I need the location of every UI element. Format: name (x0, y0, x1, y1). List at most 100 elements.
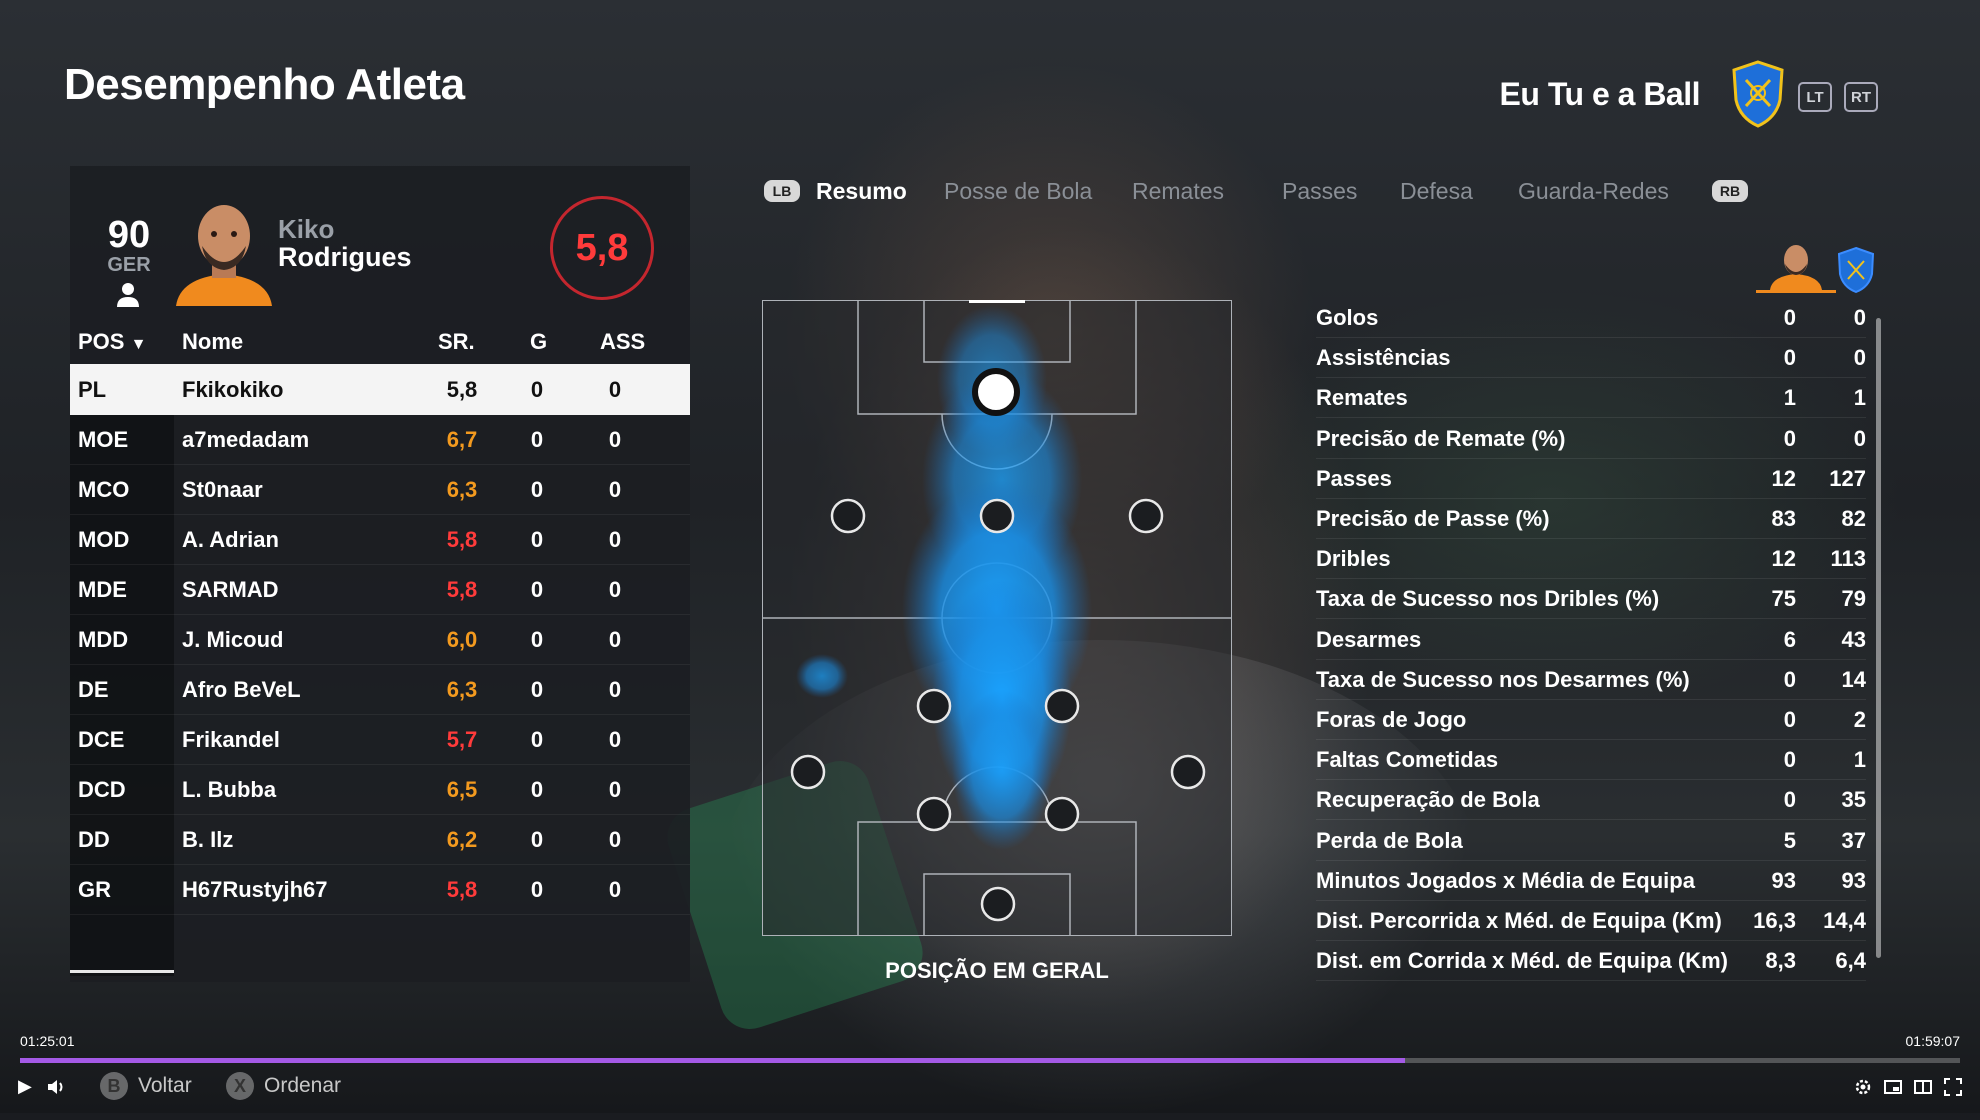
stat-team-value: 37 (1841, 827, 1866, 853)
stat-label: Remates (1316, 385, 1408, 411)
stat-row: Dist. Percorrida x Méd. de Equipa (Km) 16… (1316, 900, 1866, 941)
row-name: St0naar (182, 477, 263, 502)
player-dot (790, 754, 826, 790)
stat-team-value: 14,4 (1823, 908, 1866, 933)
stat-team-value: 35 (1841, 787, 1866, 813)
row-name: a7medadam (182, 427, 310, 452)
stat-label: Assistências (1316, 345, 1451, 371)
stat-row: Passes 12 127 (1316, 458, 1866, 499)
player-rating: 5,8 (550, 196, 654, 300)
row-position: GR (78, 877, 111, 902)
stat-team-value: 1 (1853, 747, 1866, 773)
table-row[interactable]: DE Afro BeVeL 6,3 0 0 (70, 664, 690, 715)
stat-team-value: 43 (1841, 626, 1866, 652)
play-icon[interactable]: ▶ (18, 1076, 32, 1097)
elapsed-time: 01:25:01 (20, 1033, 75, 1049)
row-assists: 0 (608, 877, 622, 902)
total-time: 01:59:07 (1905, 1033, 1961, 1049)
row-rating: 6,0 (446, 627, 478, 652)
player-portrait (176, 205, 272, 306)
stat-team-value: 0 (1853, 305, 1866, 330)
tab-passes[interactable]: Passes (1282, 178, 1357, 205)
table-row[interactable]: MDE SARMAD 5,8 0 0 (70, 564, 690, 615)
row-name: Afro BeVeL (182, 677, 301, 702)
stat-player-value: 0 (1783, 666, 1796, 692)
stat-label: Perda de Bola (1316, 827, 1463, 853)
row-assists: 0 (608, 627, 622, 652)
stat-player-value: 16,3 (1753, 908, 1796, 933)
header-goals: G (530, 329, 548, 354)
table-row[interactable]: GR H67Rustyjh67 5,8 0 0 (70, 864, 690, 915)
stat-player-value: 6 (1783, 626, 1796, 652)
row-goals: 0 (530, 827, 544, 852)
player-dot-selected (972, 368, 1020, 416)
tab-posse-de-bola[interactable]: Posse de Bola (944, 178, 1092, 205)
tab-defesa[interactable]: Defesa (1400, 178, 1473, 205)
stat-player-value: 12 (1771, 546, 1796, 572)
row-goals: 0 (530, 777, 544, 802)
row-goals: 0 (530, 577, 544, 602)
row-goals: 0 (530, 427, 544, 452)
settings-gear-icon[interactable] (1854, 1078, 1872, 1096)
stat-team-value: 0 (1853, 345, 1866, 371)
table-row[interactable]: MCO St0naar 6,3 0 0 (70, 464, 690, 515)
row-name: SARMAD (182, 577, 279, 602)
fullscreen-icon[interactable] (1944, 1078, 1962, 1096)
player-dot (916, 796, 952, 832)
rb-button[interactable]: RB (1712, 180, 1748, 202)
stat-label: Dist. Percorrida x Méd. de Equipa (Km) (1316, 908, 1722, 933)
lt-button[interactable]: LT (1798, 82, 1832, 112)
b-button-icon: B (100, 1072, 128, 1100)
row-position: DCD (78, 777, 126, 802)
selection-underline (70, 970, 174, 973)
tab-remates[interactable]: Remates (1132, 178, 1224, 205)
stat-team-value: 2 (1853, 707, 1866, 732)
player-overall: 90 (107, 214, 151, 256)
miniplayer-icon[interactable] (1884, 1078, 1902, 1096)
row-assists: 0 (608, 677, 622, 702)
lb-button[interactable]: LB (764, 180, 800, 202)
row-rating: 6,7 (446, 427, 478, 452)
stats-scrollbar[interactable] (1876, 318, 1881, 958)
row-rating: 6,5 (446, 777, 478, 802)
row-rating: 5,8 (446, 377, 478, 402)
stat-row: Taxa de Sucesso nos Dribles (%) 75 79 (1316, 578, 1866, 620)
row-goals: 0 (530, 377, 544, 402)
player-dot (916, 688, 952, 724)
theater-mode-icon[interactable] (1914, 1078, 1932, 1096)
row-assists: 0 (608, 477, 622, 502)
row-name: H67Rustyjh67 (182, 877, 328, 902)
sort-position-header[interactable]: POS ▼ (78, 329, 146, 355)
stat-label: Taxa de Sucesso nos Desarmes (%) (1316, 666, 1690, 692)
club-name: Eu Tu e a Ball (1499, 76, 1701, 112)
table-row[interactable]: MOE a7medadam 6,7 0 0 (70, 414, 690, 465)
position-heatmap (762, 300, 1232, 936)
table-row[interactable]: PL Fkikokiko 5,8 0 0 (70, 364, 690, 415)
stat-label: Foras de Jogo (1316, 707, 1467, 732)
row-position: DCE (78, 727, 125, 752)
player-nation: GER (107, 254, 151, 276)
stat-label: Dribles (1316, 546, 1391, 572)
volume-icon[interactable] (46, 1078, 66, 1096)
stat-row: Foras de Jogo 0 2 (1316, 699, 1866, 740)
player-last-name: Rodrigues (278, 242, 412, 272)
stat-label: Precisão de Passe (%) (1316, 506, 1550, 531)
rt-button[interactable]: RT (1844, 82, 1878, 112)
sort-control[interactable]: X Ordenar (226, 1072, 341, 1100)
table-row[interactable]: DD B. Ilz 6,2 0 0 (70, 814, 690, 865)
stat-label: Desarmes (1316, 626, 1422, 652)
row-name: A. Adrian (182, 527, 279, 552)
tab-resumo[interactable]: Resumo (816, 178, 907, 205)
stat-player-value: 75 (1771, 586, 1796, 612)
stat-label: Dist. em Corrida x Méd. de Equipa (Km) (1316, 948, 1728, 974)
stat-label: Faltas Cometidas (1316, 747, 1499, 773)
row-goals: 0 (530, 677, 544, 702)
table-row[interactable]: MOD A. Adrian 5,8 0 0 (70, 514, 690, 565)
table-row[interactable]: DCD L. Bubba 6,5 0 0 (70, 764, 690, 815)
table-row[interactable]: DCE Frikandel 5,7 0 0 (70, 714, 690, 765)
table-row[interactable]: MDD J. Micoud 6,0 0 0 (70, 614, 690, 665)
row-rating: 6,2 (446, 827, 478, 852)
header-pos-label: POS (78, 329, 125, 354)
back-control[interactable]: B Voltar (100, 1072, 192, 1100)
tab-guarda-redes[interactable]: Guarda-Redes (1518, 178, 1669, 205)
